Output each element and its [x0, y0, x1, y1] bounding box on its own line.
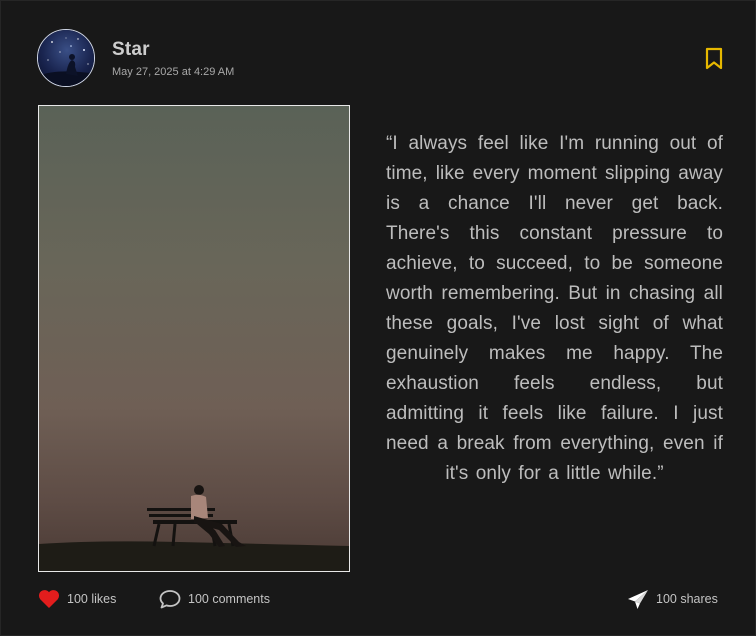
post-card: Star May 27, 2025 at 4:29 AM “I always f…	[0, 0, 756, 636]
shares-count: 100 shares	[656, 592, 718, 606]
heart-icon	[38, 590, 60, 608]
post-image[interactable]	[38, 105, 350, 572]
comment-button[interactable]: 100 comments	[159, 588, 270, 610]
like-button[interactable]: 100 likes	[38, 588, 116, 610]
post-date: May 27, 2025 at 4:29 AM	[112, 66, 235, 78]
author-name[interactable]: Star	[112, 39, 150, 61]
likes-count: 100 likes	[67, 592, 117, 606]
comments-count: 100 comments	[188, 592, 270, 606]
send-icon	[628, 589, 648, 609]
avatar[interactable]	[37, 29, 95, 87]
bookmark-icon[interactable]	[703, 47, 725, 71]
share-button[interactable]: 100 shares	[627, 588, 718, 610]
post-quote: “I always feel like I'm running out of t…	[386, 133, 723, 484]
comment-icon	[159, 590, 181, 609]
